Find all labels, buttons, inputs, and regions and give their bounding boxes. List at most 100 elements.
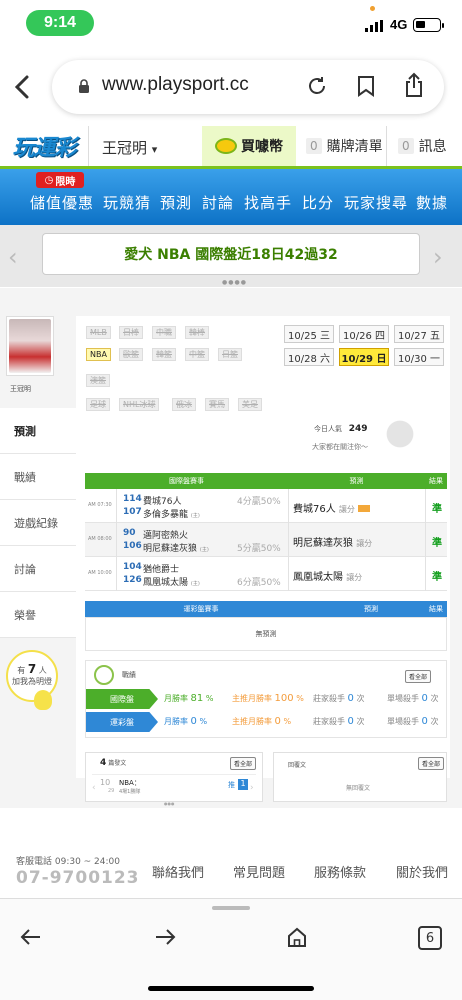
back-arrow-icon[interactable] xyxy=(12,72,40,102)
home-team-name: 鳳凰城太陽 xyxy=(143,578,189,588)
date-button[interactable]: 10/26 四 xyxy=(339,325,389,343)
footer-faq-link[interactable]: 常見問題 xyxy=(233,862,285,881)
sport-win-rate: 月勝率 0 % xyxy=(164,716,207,727)
league-chip[interactable]: 賽馬 xyxy=(205,398,229,411)
date-button-active[interactable]: 10/29 日 xyxy=(339,348,389,366)
ticker-next-arrow-icon[interactable]: › xyxy=(433,243,443,271)
value: 100 xyxy=(274,693,294,704)
game-time: AM 10:00 xyxy=(88,570,112,576)
avatar-name: 王冠明 xyxy=(10,385,31,393)
buy-coin-button[interactable]: 買噱幣 xyxy=(202,126,296,166)
follow-prefix: 有 xyxy=(17,666,26,675)
service-phone[interactable]: 07-9700123 xyxy=(16,868,140,888)
date-button[interactable]: 10/27 五 xyxy=(394,325,444,343)
home-team-name: 多倫多暴龍 xyxy=(143,510,189,520)
post-item[interactable]: ‹ 10 29 NBA： 4場1勝隊 推 1 › xyxy=(92,774,256,798)
post-day: 10 xyxy=(100,778,111,787)
sport-bookie-killer: 莊家殺手 0 次 xyxy=(313,716,364,727)
league-chip[interactable]: 澳籃 xyxy=(86,374,110,387)
popularity-label: 今日人氣 xyxy=(314,425,342,433)
privacy-dot-icon xyxy=(370,6,375,11)
league-chip[interactable]: 俄冰 xyxy=(172,398,196,411)
league-chip[interactable]: 中職 xyxy=(152,326,176,339)
replies-see-all-button[interactable]: 看全部 xyxy=(418,757,445,770)
game-row[interactable]: AM 10:00 104 猶他爵士 126 鳳凰城太陽 (主) 6分贏50% 鳳凰城太陽 讓… xyxy=(85,557,447,591)
side-tab-honor[interactable]: 榮譽 xyxy=(0,592,76,638)
posts-dots: ●●● xyxy=(164,801,175,806)
footer-about-link[interactable]: 關於我們 xyxy=(396,862,448,881)
result: 準 xyxy=(432,538,442,549)
game-row[interactable]: AM 08:00 90 邁阿密熱火 106 明尼蘇達灰狼 (主) 5分贏50% 明尼蘇達灰狼… xyxy=(85,523,447,557)
back-icon[interactable] xyxy=(20,928,42,946)
cart-link[interactable]: 0 購牌清單 xyxy=(306,126,383,166)
url-text[interactable]: www.playsport.cc xyxy=(102,74,249,96)
post-prev-icon[interactable]: ‹ xyxy=(92,783,96,793)
avatar[interactable] xyxy=(6,316,54,376)
league-chip[interactable]: 韓籃 xyxy=(152,348,176,361)
user-menu[interactable]: 王冠明 ▾ xyxy=(102,137,157,158)
side-tab-predict[interactable]: 預測 xyxy=(0,408,76,454)
unit: 次 xyxy=(356,694,365,703)
site-logo[interactable]: 玩運彩 xyxy=(0,126,88,166)
date-button[interactable]: 10/30 一 xyxy=(394,348,444,366)
posts-see-all-button[interactable]: 看全部 xyxy=(230,757,257,770)
forward-icon[interactable] xyxy=(154,928,176,946)
home-team-name: 明尼蘇達灰狼 xyxy=(143,544,198,554)
header-divider xyxy=(386,126,387,166)
home-icon[interactable] xyxy=(286,926,308,948)
nav-deposit-promo[interactable]: 儲值優惠 xyxy=(30,192,94,213)
follow-count: 7 xyxy=(27,662,37,676)
mascot-image xyxy=(378,418,422,458)
share-icon[interactable] xyxy=(403,72,425,98)
footer-terms-link[interactable]: 服務條款 xyxy=(314,862,366,881)
intl-home-rate: 主推月勝率 100 % xyxy=(232,693,304,704)
tabs-button[interactable]: 6 xyxy=(418,926,442,950)
nav-player-search[interactable]: 玩家搜尋 xyxy=(344,192,408,213)
toolbar-grabber[interactable] xyxy=(212,906,250,910)
side-tab-game-log[interactable]: 遊戲紀錄 xyxy=(0,500,76,546)
ticker-banner[interactable]: 愛犬 NBA 國際盤近18日42過32 xyxy=(42,233,420,275)
reload-icon[interactable] xyxy=(306,75,328,97)
away-team: 猶他爵士 xyxy=(143,565,180,575)
league-chip[interactable]: 足球 xyxy=(86,398,110,411)
home-mark: (主) xyxy=(190,513,200,519)
divider xyxy=(425,489,426,591)
date-button[interactable]: 10/28 六 xyxy=(284,348,334,366)
nav-play-guess[interactable]: 玩競猜 xyxy=(103,192,151,213)
bookmark-icon[interactable] xyxy=(357,75,375,97)
away-score: 90 xyxy=(123,528,136,538)
nav-discuss[interactable]: 討論 xyxy=(202,192,234,213)
league-chip[interactable]: MLB xyxy=(86,326,111,339)
league-chip[interactable]: 日籃 xyxy=(218,348,242,361)
header-divider xyxy=(88,126,89,166)
hot-badge-icon xyxy=(358,505,371,512)
post-date: 29 xyxy=(108,788,115,794)
nav-scores[interactable]: 比分 xyxy=(302,192,334,213)
nav-find-experts[interactable]: 找高手 xyxy=(244,192,292,213)
game-row[interactable]: AM 07:30 114 費城76人 107 多倫多暴龍 (主) 4分贏50% 費城76人 … xyxy=(85,489,447,523)
date-button[interactable]: 10/25 三 xyxy=(284,325,334,343)
league-chip[interactable]: 韓棒 xyxy=(185,326,209,339)
league-chip[interactable]: NHL冰球 xyxy=(119,398,160,411)
message-link[interactable]: 0 訊息 xyxy=(398,126,447,166)
side-tab-record[interactable]: 戰績 xyxy=(0,454,76,500)
away-team: 費城76人 xyxy=(143,497,182,507)
game-time: AM 07:30 xyxy=(88,502,112,508)
pick-team: 鳳凰城太陽 xyxy=(293,572,343,583)
network-type: 4G xyxy=(390,17,408,32)
footer-contact-link[interactable]: 聯絡我們 xyxy=(152,862,204,881)
side-tab-discuss[interactable]: 討論 xyxy=(0,546,76,592)
push-label: 推 xyxy=(228,781,235,789)
league-chip[interactable]: 歐籃 xyxy=(119,348,143,361)
ticker-prev-arrow-icon[interactable]: ‹ xyxy=(8,243,18,271)
league-chip[interactable]: 日棒 xyxy=(119,326,143,339)
league-chip[interactable]: 中籃 xyxy=(185,348,209,361)
nav-data[interactable]: 數據 xyxy=(416,192,448,213)
nav-predict[interactable]: 預測 xyxy=(160,192,192,213)
stats-see-all-button[interactable]: 看全部 xyxy=(405,670,432,683)
post-next-icon[interactable]: › xyxy=(250,783,254,793)
caret-down-icon: ▾ xyxy=(151,143,158,156)
league-chip-active[interactable]: NBA xyxy=(86,348,111,361)
home-score: 126 xyxy=(123,575,142,585)
league-chip[interactable]: 美足 xyxy=(238,398,262,411)
